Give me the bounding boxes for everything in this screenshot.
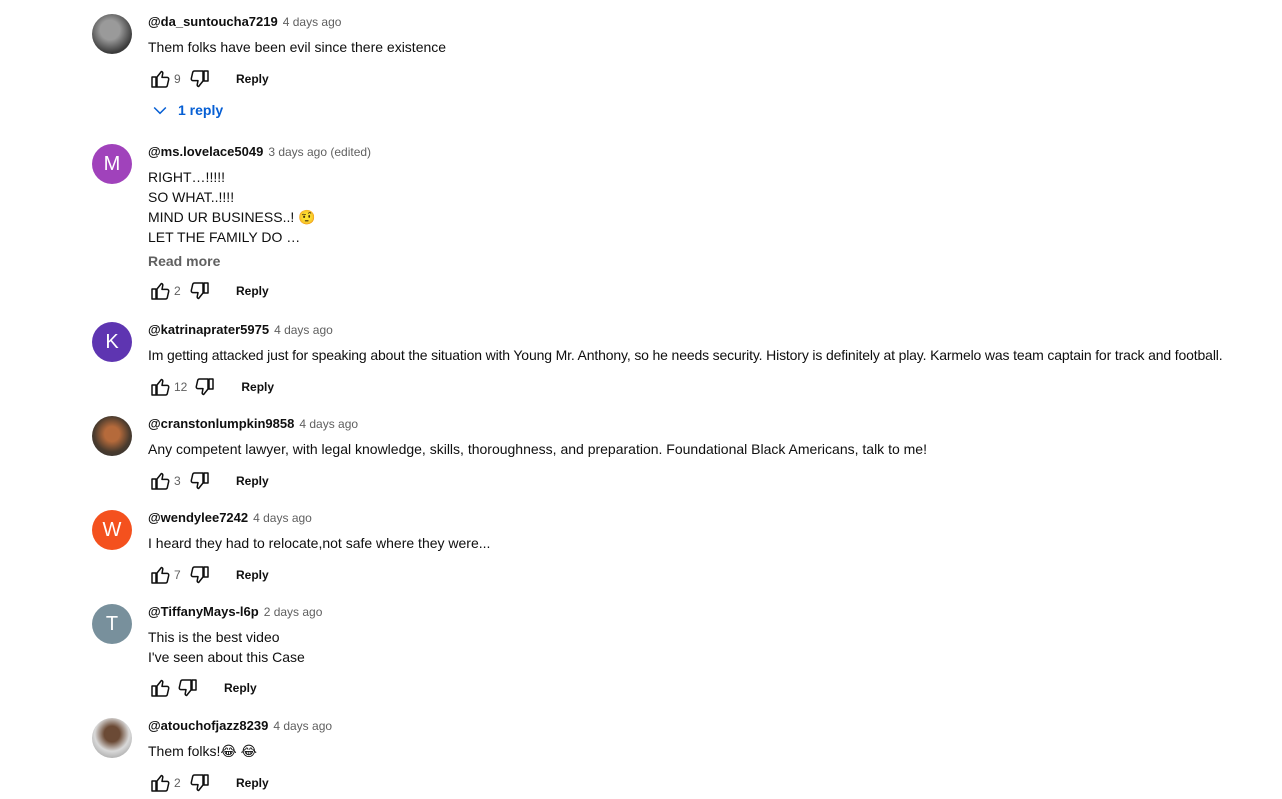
thumbs-down-icon[interactable] bbox=[188, 67, 212, 91]
comment-body: @wendylee7242 4 days ago I heard they ha… bbox=[148, 510, 1282, 587]
comment-header: @da_suntoucha7219 4 days ago bbox=[148, 14, 1282, 32]
comment-text: Them folks have been evil since there ex… bbox=[148, 37, 1282, 57]
like-count: 7 bbox=[174, 568, 181, 582]
avatar[interactable] bbox=[92, 14, 132, 54]
comment-text-line: I've seen about this Case bbox=[148, 649, 305, 665]
author-name[interactable]: @katrinaprater5975 bbox=[148, 322, 269, 337]
reply-button[interactable]: Reply bbox=[236, 474, 269, 488]
comment-text: Im getting attacked just for speaking ab… bbox=[148, 345, 1282, 365]
thumbs-down-icon[interactable] bbox=[176, 676, 200, 700]
reply-button[interactable]: Reply bbox=[236, 284, 269, 298]
comment-header: @ms.lovelace5049 3 days ago (edited) bbox=[148, 144, 1282, 162]
like-count: 2 bbox=[174, 284, 181, 298]
like-count: 9 bbox=[174, 72, 181, 86]
avatar[interactable] bbox=[92, 416, 132, 456]
author-name[interactable]: @ms.lovelace5049 bbox=[148, 144, 263, 159]
avatar-letter: M bbox=[103, 152, 121, 175]
comment-timestamp[interactable]: 4 days ago bbox=[299, 417, 358, 431]
comment-actions: 3 Reply bbox=[148, 469, 1282, 493]
comment-actions: 9 Reply bbox=[148, 67, 1282, 91]
comment-text: Them folks!😂 😂 bbox=[148, 741, 1282, 761]
comment-actions: 12 Reply bbox=[148, 375, 1282, 399]
view-replies-button[interactable]: 1 reply bbox=[150, 100, 223, 120]
comment-text: This is the best video I've seen about t… bbox=[148, 627, 1282, 667]
author-name[interactable]: @TiffanyMays-l6p bbox=[148, 604, 259, 619]
comment-timestamp[interactable]: 4 days ago bbox=[274, 323, 333, 337]
comment-header: @TiffanyMays-l6p 2 days ago bbox=[148, 604, 1282, 622]
avatar[interactable]: M bbox=[92, 144, 132, 184]
comment-actions: Reply bbox=[148, 676, 1282, 700]
comment-text-line: SO WHAT..!!!! bbox=[148, 189, 235, 205]
comment-actions: 2 Reply bbox=[148, 279, 1282, 303]
reply-button[interactable]: Reply bbox=[236, 72, 269, 86]
comment-text-line: This is the best video bbox=[148, 629, 280, 645]
comment-header: @atouchofjazz8239 4 days ago bbox=[148, 718, 1282, 736]
thumbs-up-icon[interactable] bbox=[148, 771, 172, 795]
reply-button[interactable]: Reply bbox=[241, 380, 274, 394]
comment-text-line: RIGHT…!!!!! bbox=[148, 169, 225, 185]
thumbs-down-icon[interactable] bbox=[188, 469, 212, 493]
comment-text-line: Any competent lawyer, with legal knowled… bbox=[148, 441, 927, 457]
avatar[interactable]: K bbox=[92, 322, 132, 362]
comment-text: I heard they had to relocate,not safe wh… bbox=[148, 533, 1282, 553]
thumbs-up-icon[interactable] bbox=[148, 469, 172, 493]
comment-header: @cranstonlumpkin9858 4 days ago bbox=[148, 416, 1282, 434]
comment-body: @da_suntoucha7219 4 days ago Them folks … bbox=[148, 14, 1282, 91]
comment-body: @atouchofjazz8239 4 days ago Them folks!… bbox=[148, 718, 1282, 795]
comment-body: @cranstonlumpkin9858 4 days ago Any comp… bbox=[148, 416, 1282, 493]
comment-text: Any competent lawyer, with legal knowled… bbox=[148, 439, 1282, 459]
author-name[interactable]: @da_suntoucha7219 bbox=[148, 14, 278, 29]
comment-text-line: LET THE FAMILY DO … bbox=[148, 229, 301, 245]
like-count: 3 bbox=[174, 474, 181, 488]
comment-body: @katrinaprater5975 4 days ago Im getting… bbox=[148, 322, 1282, 399]
author-name[interactable]: @atouchofjazz8239 bbox=[148, 718, 268, 733]
thumbs-up-icon[interactable] bbox=[148, 67, 172, 91]
reply-button[interactable]: Reply bbox=[224, 681, 257, 695]
read-more-button[interactable]: Read more bbox=[148, 251, 1282, 271]
comments-section: @da_suntoucha7219 4 days ago Them folks … bbox=[0, 0, 1282, 799]
comment-text-line: Them folks!😂 😂 bbox=[148, 743, 257, 759]
thumbs-up-icon[interactable] bbox=[148, 563, 172, 587]
avatar-letter: K bbox=[105, 330, 119, 353]
comment-header: @katrinaprater5975 4 days ago bbox=[148, 322, 1282, 340]
comment-timestamp[interactable]: 4 days ago bbox=[253, 511, 312, 525]
thumbs-up-icon[interactable] bbox=[148, 375, 172, 399]
thumbs-down-icon[interactable] bbox=[188, 563, 212, 587]
comment-timestamp[interactable]: 4 days ago bbox=[283, 15, 342, 29]
comment-body: @TiffanyMays-l6p 2 days ago This is the … bbox=[148, 604, 1282, 700]
like-count: 12 bbox=[174, 380, 188, 394]
thumbs-up-icon[interactable] bbox=[148, 676, 172, 700]
avatar[interactable] bbox=[92, 718, 132, 758]
comment-actions: 7 Reply bbox=[148, 563, 1282, 587]
comment-actions: 2 Reply bbox=[148, 771, 1282, 795]
comment-timestamp[interactable]: 3 days ago (edited) bbox=[268, 145, 371, 159]
thumbs-up-icon[interactable] bbox=[148, 279, 172, 303]
comment-text: RIGHT…!!!!! SO WHAT..!!!! MIND UR BUSINE… bbox=[148, 167, 1282, 247]
comment-body: @ms.lovelace5049 3 days ago (edited) RIG… bbox=[148, 144, 1282, 303]
comment-timestamp[interactable]: 4 days ago bbox=[273, 719, 332, 733]
avatar-letter: W bbox=[102, 518, 122, 541]
comment-text-line: Them folks have been evil since there ex… bbox=[148, 39, 447, 55]
author-name[interactable]: @cranstonlumpkin9858 bbox=[148, 416, 294, 431]
comment-text-line: MIND UR BUSINESS..! 🤨 bbox=[148, 209, 316, 225]
chevron-down-icon bbox=[153, 106, 167, 115]
reply-button[interactable]: Reply bbox=[236, 776, 269, 790]
avatar-letter: T bbox=[105, 612, 119, 635]
comment-text-line: Im getting attacked just for speaking ab… bbox=[148, 347, 1223, 363]
comment-header: @wendylee7242 4 days ago bbox=[148, 510, 1282, 528]
avatar[interactable]: T bbox=[92, 604, 132, 644]
like-count: 2 bbox=[174, 776, 181, 790]
thumbs-down-icon[interactable] bbox=[193, 375, 217, 399]
author-name[interactable]: @wendylee7242 bbox=[148, 510, 248, 525]
comment-timestamp[interactable]: 2 days ago bbox=[264, 605, 323, 619]
avatar[interactable]: W bbox=[92, 510, 132, 550]
thumbs-down-icon[interactable] bbox=[188, 279, 212, 303]
replies-count-label: 1 reply bbox=[178, 102, 224, 118]
comment-text-line: I heard they had to relocate,not safe wh… bbox=[148, 535, 491, 551]
thumbs-down-icon[interactable] bbox=[188, 771, 212, 795]
reply-button[interactable]: Reply bbox=[236, 568, 269, 582]
